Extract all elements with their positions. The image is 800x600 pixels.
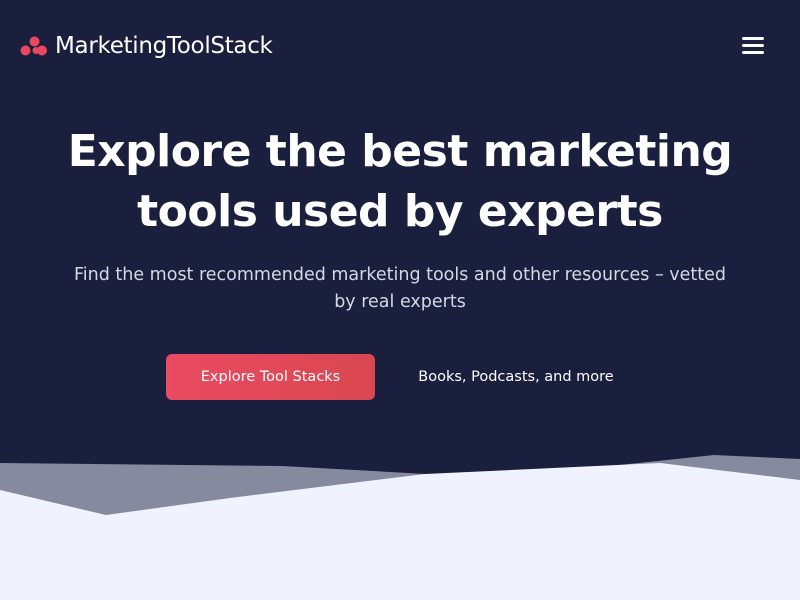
hero-title-line-2: tools used by experts bbox=[137, 186, 663, 237]
hamburger-menu-icon[interactable] bbox=[742, 35, 764, 57]
logo-text: MarketingToolStack bbox=[55, 33, 273, 59]
explore-tool-stacks-button[interactable]: Explore Tool Stacks bbox=[166, 354, 375, 400]
hero-subtitle: Find the most recommended marketing tool… bbox=[40, 262, 760, 316]
hero-subtitle-line-2: by real experts bbox=[334, 292, 466, 312]
hero-section: MarketingToolStack Explore the best mark… bbox=[0, 0, 800, 600]
menu-bar bbox=[742, 37, 764, 41]
hero-subtitle-line-1: Find the most recommended marketing tool… bbox=[73, 265, 727, 285]
hero-title-line-1: Explore the best marketing bbox=[67, 126, 733, 177]
hero-title: Explore the best marketing tools used by… bbox=[20, 122, 780, 242]
menu-bar bbox=[742, 44, 764, 48]
books-podcasts-link[interactable]: Books, Podcasts, and more bbox=[406, 354, 626, 400]
three-dots-logo-icon bbox=[20, 36, 47, 56]
site-header: MarketingToolStack bbox=[20, 28, 780, 64]
menu-bar bbox=[742, 51, 764, 55]
logo-link[interactable]: MarketingToolStack bbox=[20, 28, 273, 64]
